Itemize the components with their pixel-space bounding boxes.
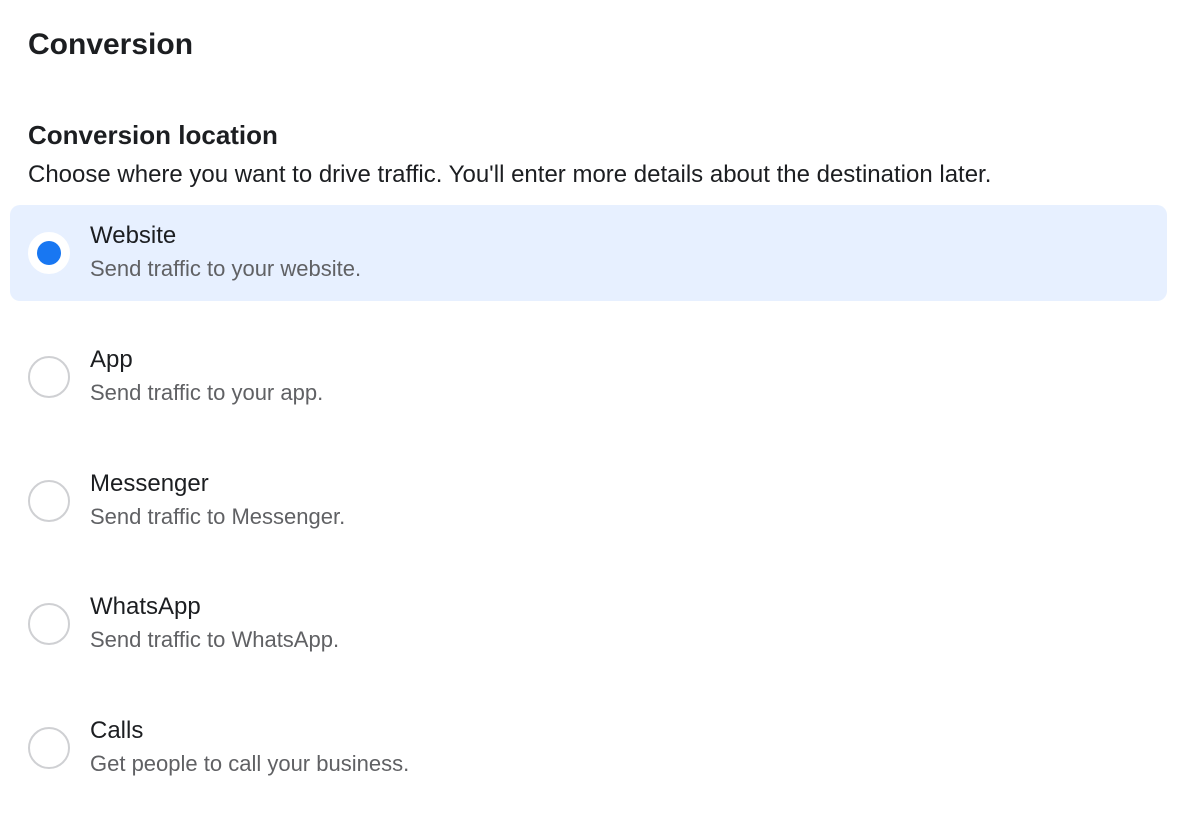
options-list: Website Send traffic to your website. Ap… <box>10 205 1167 795</box>
option-title: Calls <box>90 717 1149 745</box>
radio-dot-icon <box>37 241 61 265</box>
option-desc: Send traffic to Messenger. <box>90 502 1149 532</box>
radio-button[interactable] <box>28 480 70 522</box>
option-title: App <box>90 346 1149 374</box>
option-text: WhatsApp Send traffic to WhatsApp. <box>90 593 1149 655</box>
option-desc: Get people to call your business. <box>90 749 1149 779</box>
option-whatsapp[interactable]: WhatsApp Send traffic to WhatsApp. <box>10 576 1167 672</box>
radio-button[interactable] <box>28 356 70 398</box>
option-messenger[interactable]: Messenger Send traffic to Messenger. <box>10 453 1167 549</box>
option-app[interactable]: App Send traffic to your app. <box>10 329 1167 425</box>
option-title: Website <box>90 222 1149 250</box>
radio-button[interactable] <box>28 232 70 274</box>
section-heading: Conversion location <box>28 120 1167 151</box>
option-website[interactable]: Website Send traffic to your website. <box>10 205 1167 301</box>
section-subtext: Choose where you want to drive traffic. … <box>28 159 1167 191</box>
option-title: Messenger <box>90 470 1149 498</box>
option-text: Messenger Send traffic to Messenger. <box>90 470 1149 532</box>
option-text: Website Send traffic to your website. <box>90 222 1149 284</box>
option-desc: Send traffic to your website. <box>90 254 1149 284</box>
option-desc: Send traffic to your app. <box>90 378 1149 408</box>
option-desc: Send traffic to WhatsApp. <box>90 625 1149 655</box>
option-text: App Send traffic to your app. <box>90 346 1149 408</box>
radio-button[interactable] <box>28 603 70 645</box>
option-title: WhatsApp <box>90 593 1149 621</box>
page-title: Conversion <box>28 28 1167 62</box>
